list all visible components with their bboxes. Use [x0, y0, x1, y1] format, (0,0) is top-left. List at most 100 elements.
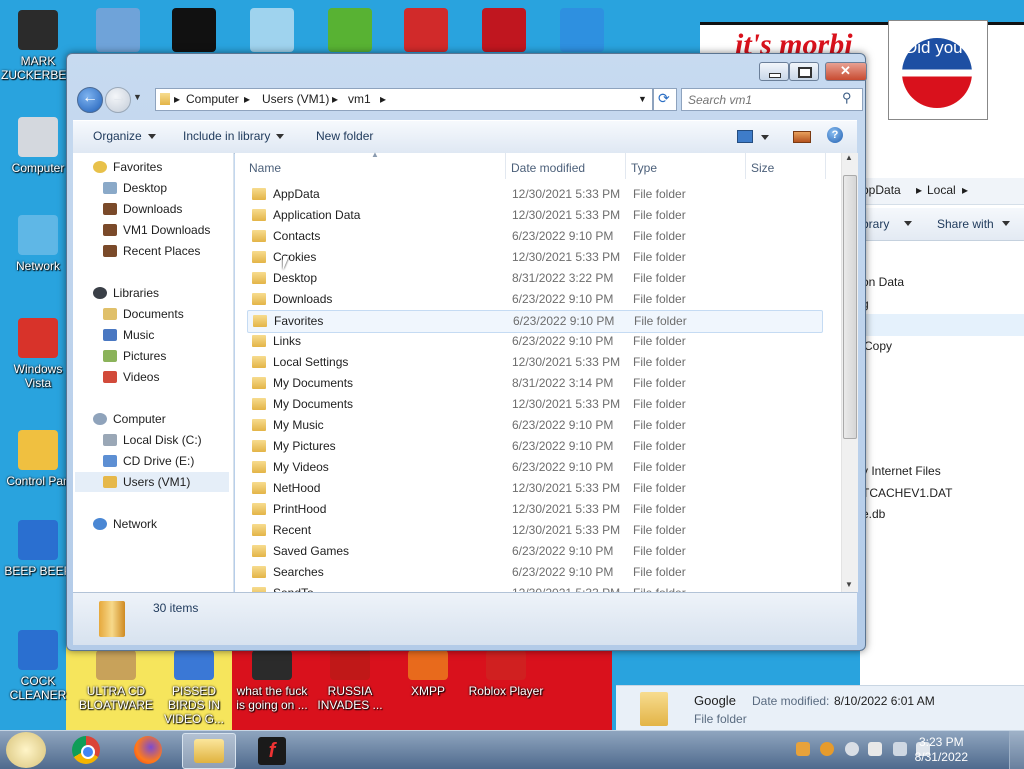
background-toolbar-share[interactable]: Share with	[937, 217, 994, 231]
file-row[interactable]: Downloads 6/23/2022 9:10 PM File folder	[247, 289, 821, 310]
nav-item-local-disk-c[interactable]: Local Disk (C:)	[103, 433, 202, 447]
back-button[interactable]: ←	[77, 87, 103, 113]
desktop-icon-cock-cleaner[interactable]: COCK CLEANER	[0, 630, 76, 702]
nav-item-recent-places[interactable]: Recent Places	[103, 244, 200, 258]
column-header-type[interactable]: Type	[631, 161, 657, 175]
nav-item-users-vm1[interactable]: Users (VM1)	[103, 475, 190, 489]
desktop-icon-control-panel[interactable]: Control Pan	[0, 430, 76, 488]
file-row[interactable]: Application Data 12/30/2021 5:33 PM File f…	[247, 205, 821, 226]
file-row[interactable]: Links 6/23/2022 9:10 PM File folder	[247, 331, 821, 352]
breadcrumb-users[interactable]: Users (VM1)	[262, 92, 329, 106]
file-row[interactable]: Local Settings 12/30/2021 5:33 PM File fol…	[247, 352, 821, 373]
desktop-shortcut-icon[interactable]	[96, 8, 140, 52]
file-row[interactable]: Cookies 12/30/2021 5:33 PM File folder	[247, 247, 821, 268]
desktop-icon-beep-beep[interactable]: BEEP BEEP	[0, 520, 76, 578]
desktop-icon-computer[interactable]: Computer	[0, 117, 76, 175]
column-divider[interactable]	[745, 153, 746, 179]
scrollbar-thumb[interactable]	[843, 175, 857, 439]
forward-button[interactable]: →	[105, 87, 131, 113]
nav-libraries[interactable]: Libraries	[93, 286, 159, 300]
maximize-button[interactable]	[789, 62, 819, 81]
file-row[interactable]: NetHood 12/30/2021 5:33 PM File folder	[247, 478, 821, 499]
background-item[interactable]: Copy	[864, 339, 892, 353]
organize-button[interactable]: Organize	[93, 129, 156, 143]
chevron-right-icon[interactable]: ▸	[380, 92, 386, 106]
file-row[interactable]: SendTo12/30/2021 5:33 PMFile folder	[247, 583, 821, 592]
desktop-shortcut-icon[interactable]	[172, 8, 216, 52]
desktop-icon-russia-invades[interactable]: RUSSIA INVADES ...	[312, 650, 388, 712]
view-options-icon[interactable]	[737, 130, 753, 143]
nav-favorites[interactable]: Favorites	[93, 160, 162, 174]
tray-flag-icon[interactable]	[868, 742, 882, 756]
file-row[interactable]: PrintHood 12/30/2021 5:33 PM File folder	[247, 499, 821, 520]
desktop-shortcut-icon[interactable]	[560, 8, 604, 52]
file-row[interactable]: My Documents 8/31/2022 3:14 PM File folder	[247, 373, 821, 394]
file-row[interactable]: My Documents 12/30/2021 5:33 PM File folde…	[247, 394, 821, 415]
background-address-bar[interactable]: ppData ▸ Local ▸	[862, 178, 1024, 205]
search-input[interactable]	[686, 91, 840, 108]
address-history-dropdown-icon[interactable]: ▼	[638, 94, 647, 104]
scroll-up-icon[interactable]: ▲	[845, 153, 853, 162]
search-box[interactable]: ⚲	[681, 88, 863, 111]
desktop-shortcut-icon[interactable]	[482, 8, 526, 52]
explorer-window[interactable]: ✕ ← → ▼ ▸ Computer ▸ Users (VM1) ▸ vm1 ▸…	[66, 53, 867, 651]
nav-item-pictures[interactable]: Pictures	[103, 349, 166, 363]
desktop-shortcut-icon[interactable]	[250, 8, 294, 52]
tray-minus-icon[interactable]	[845, 742, 859, 756]
file-row[interactable]: Searches 6/23/2022 9:10 PM File folder	[247, 562, 821, 583]
desktop-icon-roblox-player[interactable]: Roblox Player	[468, 650, 544, 698]
column-divider[interactable]	[825, 153, 826, 179]
background-item[interactable]: on Data	[862, 275, 904, 289]
nav-item-documents[interactable]: Documents	[103, 307, 184, 321]
minimize-button[interactable]	[759, 62, 789, 81]
show-desktop-button[interactable]	[1009, 731, 1024, 769]
desktop-icon-ultra-cd-bloatware[interactable]: ULTRA CD BLOATWARE	[78, 650, 154, 712]
start-button[interactable]	[6, 732, 46, 768]
column-divider[interactable]	[625, 153, 626, 179]
file-row[interactable]: Desktop 8/31/2022 3:22 PM File folder	[247, 268, 821, 289]
file-row[interactable]: AppData 12/30/2021 5:33 PM File folder	[247, 184, 821, 205]
recent-pages-dropdown-icon[interactable]: ▼	[133, 92, 142, 102]
tray-search-icon[interactable]	[820, 742, 834, 756]
file-row[interactable]: Saved Games 6/23/2022 9:10 PM File folder	[247, 541, 821, 562]
new-folder-button[interactable]: New folder	[316, 129, 373, 143]
clock[interactable]: 3:23 PM 8/31/2022	[915, 735, 968, 765]
column-divider[interactable]	[505, 153, 506, 179]
desktop-icon-network[interactable]: Network	[0, 215, 76, 273]
nav-item-videos[interactable]: Videos	[103, 370, 159, 384]
nav-computer[interactable]: Computer	[93, 412, 166, 426]
nav-item-cd-drive-e[interactable]: CD Drive (E:)	[103, 454, 194, 468]
file-row[interactable]: My Pictures 6/23/2022 9:10 PM File folder	[247, 436, 821, 457]
nav-item-downloads[interactable]: Downloads	[103, 202, 182, 216]
address-bar[interactable]: ▸ Computer ▸ Users (VM1) ▸ vm1 ▸ ▼	[155, 88, 653, 111]
breadcrumb-computer[interactable]: Computer	[186, 92, 239, 106]
chrome-taskbar-button[interactable]	[60, 733, 112, 767]
file-row[interactable]: My Videos 6/23/2022 9:10 PM File folder	[247, 457, 821, 478]
background-breadcrumb-appdata[interactable]: ppData	[862, 183, 901, 197]
desktop-shortcut-icon[interactable]	[404, 8, 448, 52]
chevron-right-icon[interactable]: ▸	[332, 92, 338, 106]
desktop-icon-xmpp[interactable]: XMPP	[390, 650, 466, 698]
preview-pane-icon[interactable]	[793, 131, 811, 143]
desktop-icon-mark-zuckerberg[interactable]: MARK ZUCKERBER	[0, 10, 76, 82]
explorer-taskbar-button[interactable]	[182, 733, 236, 769]
column-header-name[interactable]: Name	[249, 161, 281, 175]
file-row[interactable]: Recent 12/30/2021 5:33 PM File folder	[247, 520, 821, 541]
desktop-icon-windows-vista[interactable]: Windows Vista	[0, 318, 76, 390]
file-row[interactable]: My Music 6/23/2022 9:10 PM File folder	[247, 415, 821, 436]
nav-item-music[interactable]: Music	[103, 328, 154, 342]
refresh-button[interactable]: ⟳	[653, 88, 677, 111]
help-icon[interactable]: ?	[827, 127, 843, 143]
include-in-library-button[interactable]: Include in library	[183, 129, 285, 143]
scroll-down-icon[interactable]: ▼	[845, 580, 853, 589]
tray-network-icon[interactable]	[893, 742, 907, 756]
background-item[interactable]: TCACHEV1.DAT	[862, 486, 952, 500]
tray-app-icon[interactable]	[796, 742, 810, 756]
flash-taskbar-button[interactable]: f	[246, 733, 298, 767]
background-item[interactable]: y Internet Files	[862, 464, 941, 478]
nav-item-desktop[interactable]: Desktop	[103, 181, 167, 195]
column-header-date[interactable]: Date modified	[511, 161, 585, 175]
desktop-icon-what-the-fuck-is-going-on[interactable]: what the fuck is going on ...	[234, 650, 310, 712]
background-breadcrumb-local[interactable]: Local	[927, 183, 956, 197]
nav-item-vm1-downloads[interactable]: VM1 Downloads	[103, 223, 210, 237]
